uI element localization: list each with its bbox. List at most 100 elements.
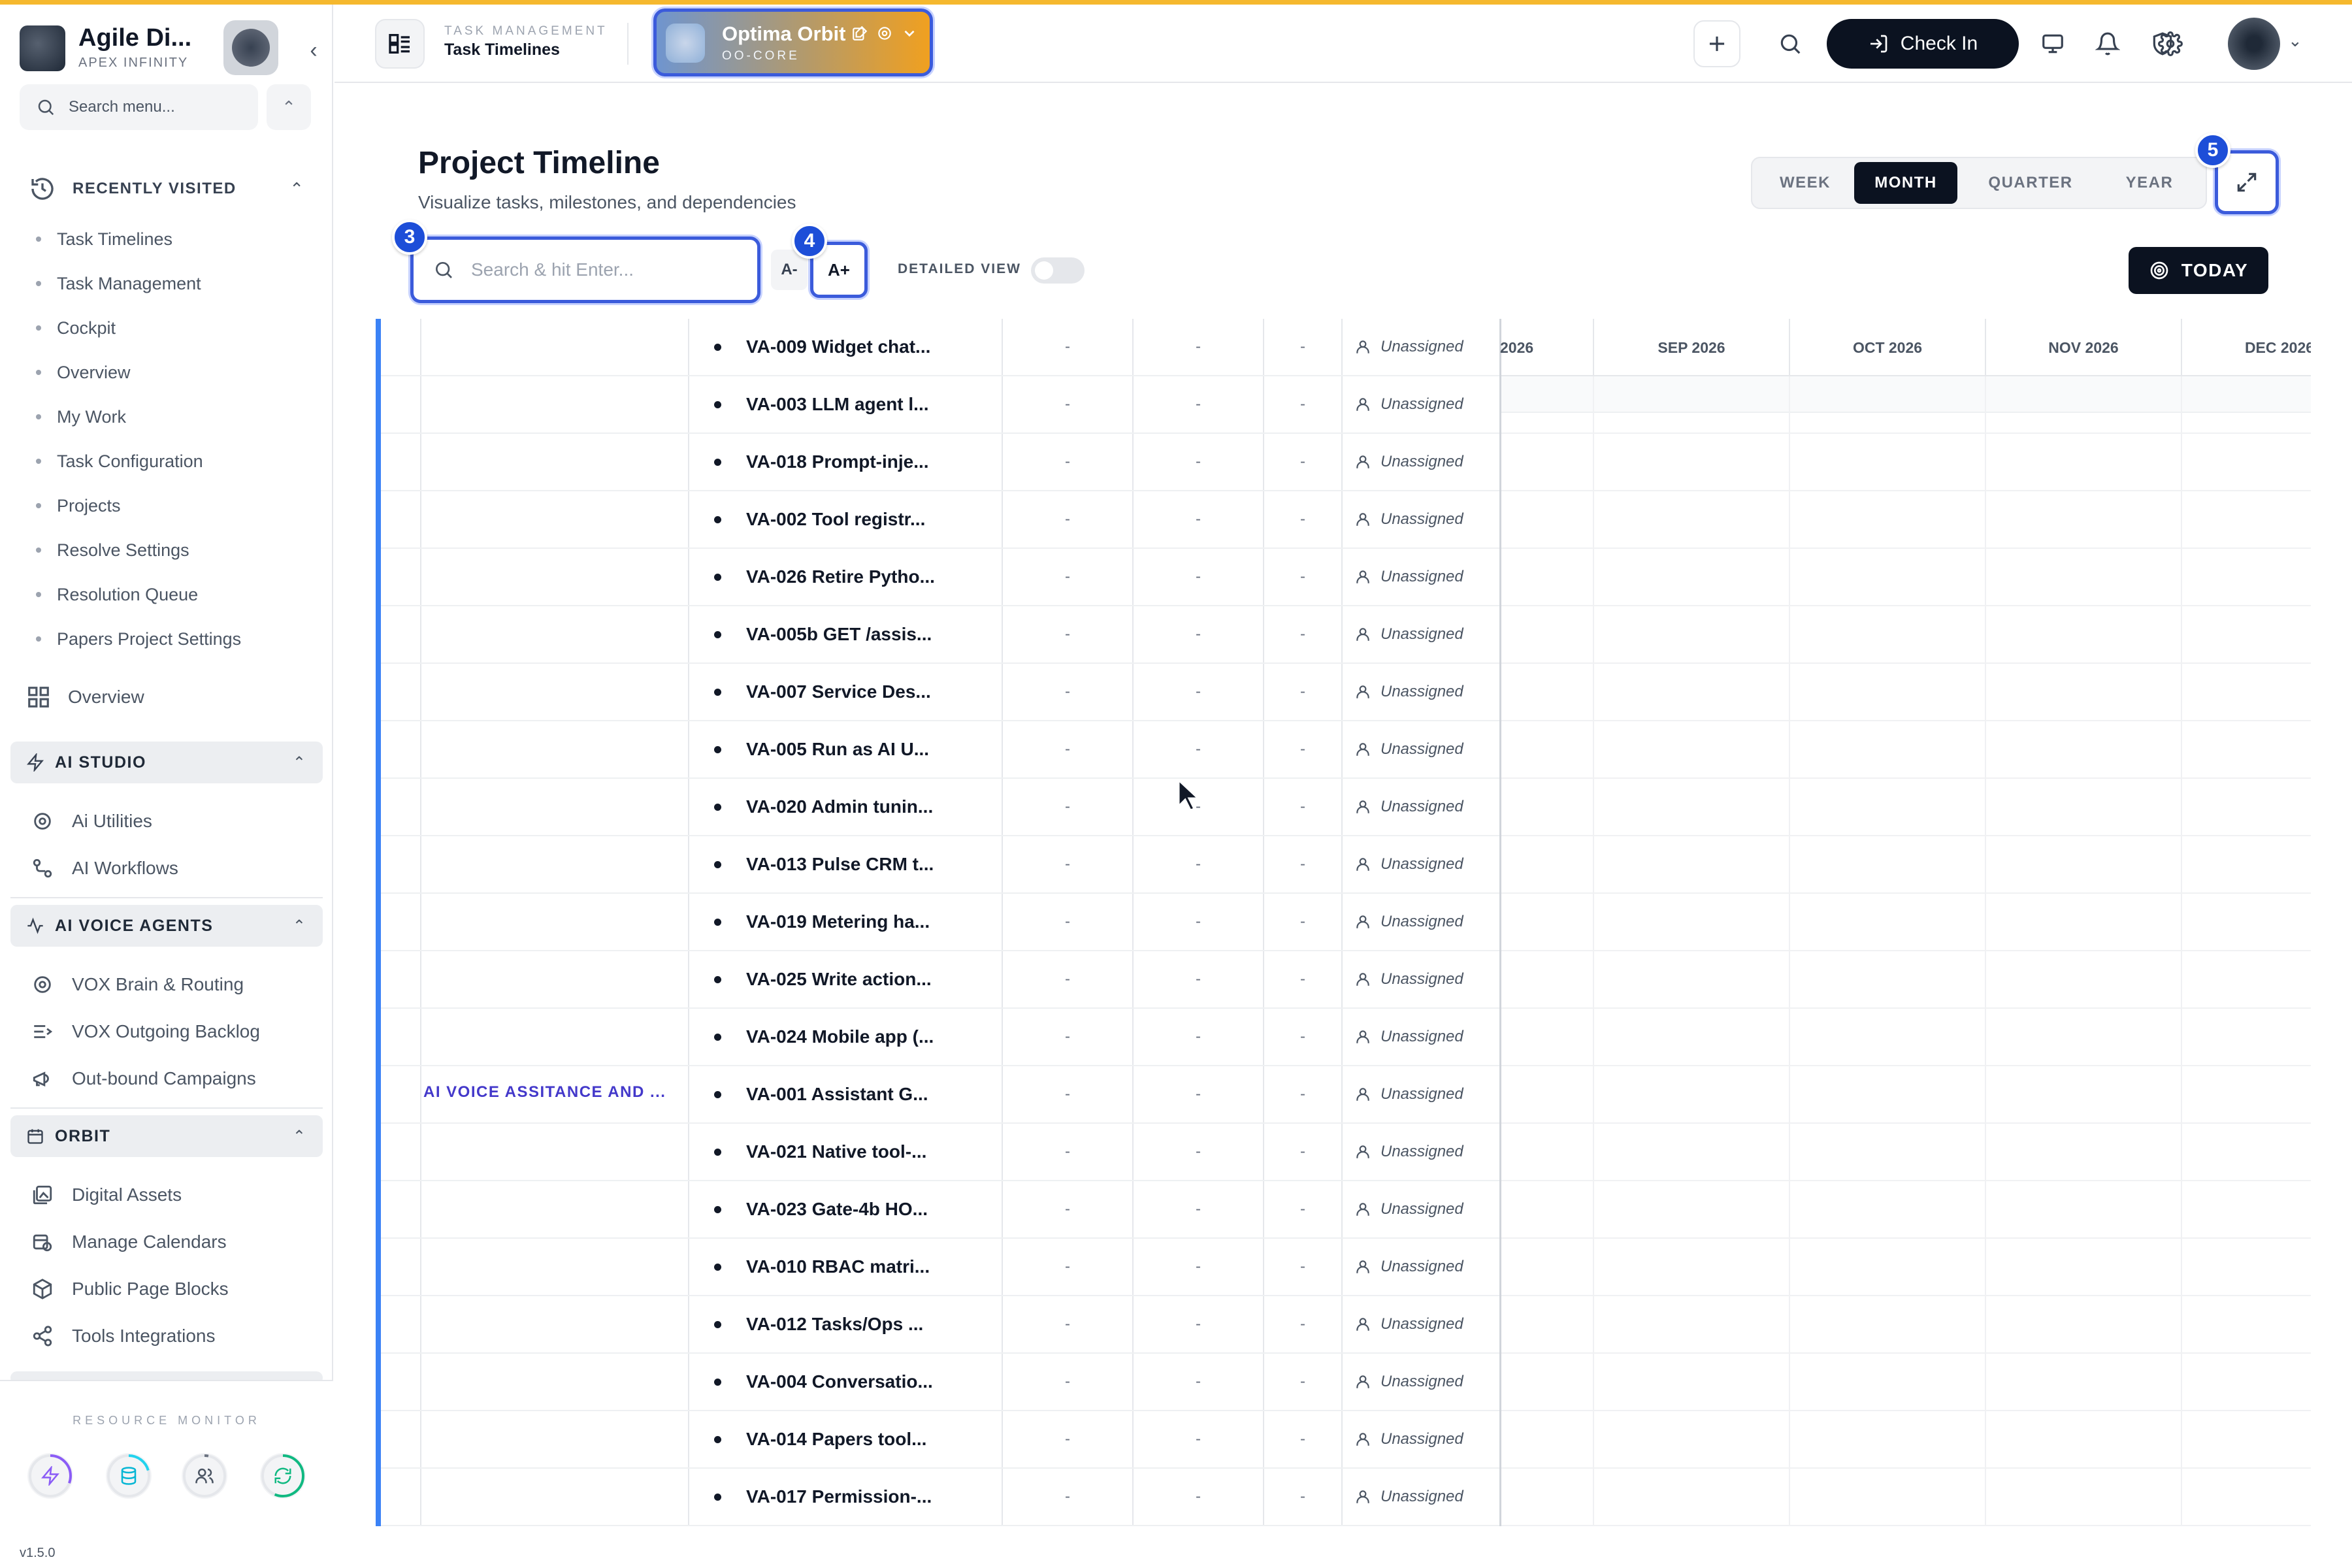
- edit-icon[interactable]: [851, 25, 868, 42]
- table-row[interactable]: VA-003 LLM agent l... - - - Unassigned: [381, 376, 1505, 434]
- duration-cell[interactable]: -: [1264, 894, 1341, 950]
- table-row[interactable]: VA-014 Papers tool... - - - Unassigned: [381, 1411, 1505, 1469]
- chevron-up-icon[interactable]: ⌃: [289, 179, 304, 199]
- recent-item[interactable]: Task Timelines: [36, 217, 310, 261]
- end-date-cell[interactable]: -: [1134, 1411, 1263, 1467]
- start-date-cell[interactable]: -: [1003, 894, 1132, 950]
- duration-cell[interactable]: -: [1264, 1124, 1341, 1180]
- users-gauge[interactable]: [182, 1453, 227, 1499]
- end-date-cell[interactable]: -: [1134, 491, 1263, 547]
- assignee-cell[interactable]: Unassigned: [1354, 721, 1505, 777]
- duration-cell[interactable]: -: [1264, 664, 1341, 720]
- assignee-cell[interactable]: Unassigned: [1354, 606, 1505, 662]
- end-date-cell[interactable]: -: [1134, 434, 1263, 490]
- end-date-cell[interactable]: -: [1134, 1066, 1263, 1122]
- duration-cell[interactable]: -: [1264, 606, 1341, 662]
- duration-cell[interactable]: -: [1264, 549, 1341, 605]
- duration-cell[interactable]: -: [1264, 1181, 1341, 1237]
- start-date-cell[interactable]: -: [1003, 951, 1132, 1007]
- assignee-cell[interactable]: Unassigned: [1354, 1066, 1505, 1122]
- task-name-cell[interactable]: VA-021 Native tool-...: [714, 1124, 1002, 1180]
- sidebar-item-public-page-blocks[interactable]: Public Page Blocks: [31, 1269, 319, 1309]
- today-button[interactable]: TODAY: [2129, 247, 2268, 294]
- duration-cell[interactable]: -: [1264, 721, 1341, 777]
- assignee-cell[interactable]: Unassigned: [1354, 434, 1505, 490]
- table-row[interactable]: VA-017 Permission-... - - - Unassigned: [381, 1469, 1505, 1526]
- end-date-cell[interactable]: -: [1134, 376, 1263, 433]
- table-row[interactable]: VA-023 Gate-4b HO... - - - Unassigned: [381, 1181, 1505, 1239]
- assignee-cell[interactable]: Unassigned: [1354, 1009, 1505, 1065]
- chevron-up-icon[interactable]: ⌃: [293, 917, 306, 936]
- task-name-cell[interactable]: VA-003 LLM agent l...: [714, 376, 1002, 433]
- assignee-cell[interactable]: Unassigned: [1354, 491, 1505, 547]
- assignee-cell[interactable]: Unassigned: [1354, 1354, 1505, 1410]
- task-name-cell[interactable]: VA-014 Papers tool...: [714, 1411, 1002, 1467]
- chevron-up-icon[interactable]: ⌃: [293, 753, 306, 772]
- duration-cell[interactable]: -: [1264, 1296, 1341, 1352]
- recent-item[interactable]: Resolve Settings: [36, 528, 310, 572]
- sidebar-item-digital-assets[interactable]: Digital Assets: [31, 1175, 319, 1215]
- menu-search-input[interactable]: Search menu...: [20, 84, 258, 130]
- add-button[interactable]: [1693, 20, 1740, 67]
- recent-item[interactable]: Task Management: [36, 261, 310, 306]
- detailed-view-toggle[interactable]: [1031, 257, 1085, 284]
- start-date-cell[interactable]: -: [1003, 606, 1132, 662]
- start-date-cell[interactable]: -: [1003, 1181, 1132, 1237]
- sidebar-item-vox-outgoing-backlog[interactable]: VOX Outgoing Backlog: [31, 1012, 319, 1051]
- module-menu-button[interactable]: [375, 19, 425, 69]
- end-date-cell[interactable]: -: [1134, 606, 1263, 662]
- duration-cell[interactable]: -: [1264, 376, 1341, 433]
- task-name-cell[interactable]: VA-001 Assistant G...: [714, 1066, 1002, 1122]
- collapse-sidebar-icon[interactable]: ‹: [301, 37, 327, 63]
- table-row[interactable]: VA-013 Pulse CRM t... - - - Unassigned: [381, 836, 1505, 894]
- tab-year[interactable]: YEAR: [2104, 162, 2195, 204]
- task-name-cell[interactable]: VA-005b GET /assis...: [714, 606, 1002, 662]
- start-date-cell[interactable]: -: [1003, 1009, 1132, 1065]
- assignee-cell[interactable]: Unassigned: [1354, 1469, 1505, 1525]
- duration-cell[interactable]: -: [1264, 779, 1341, 835]
- duration-cell[interactable]: -: [1264, 319, 1341, 375]
- task-name-cell[interactable]: VA-005 Run as AI U...: [714, 721, 1002, 777]
- duration-cell[interactable]: -: [1264, 1239, 1341, 1295]
- storage-gauge[interactable]: [106, 1453, 152, 1499]
- sidebar-item-ai-workflows[interactable]: AI Workflows: [31, 849, 319, 888]
- start-date-cell[interactable]: -: [1003, 779, 1132, 835]
- start-date-cell[interactable]: -: [1003, 376, 1132, 433]
- section-orbit[interactable]: ORBIT ⌃: [10, 1115, 323, 1157]
- start-date-cell[interactable]: -: [1003, 1124, 1132, 1180]
- table-row[interactable]: VA-012 Tasks/Ops ... - - - Unassigned: [381, 1296, 1505, 1354]
- assignee-cell[interactable]: Unassigned: [1354, 664, 1505, 720]
- recent-item[interactable]: Projects: [36, 483, 310, 528]
- start-date-cell[interactable]: -: [1003, 1469, 1132, 1525]
- table-row[interactable]: VA-019 Metering ha... - - - Unassigned: [381, 894, 1505, 951]
- timeline-search-input[interactable]: [471, 259, 732, 280]
- end-date-cell[interactable]: -: [1134, 894, 1263, 950]
- sidebar-item-overview[interactable]: Overview: [26, 678, 314, 717]
- table-row[interactable]: VA-007 Service Des... - - - Unassigned: [381, 664, 1505, 721]
- chevron-down-icon[interactable]: [901, 25, 918, 42]
- task-name-cell[interactable]: VA-020 Admin tunin...: [714, 779, 1002, 835]
- task-name-cell[interactable]: VA-018 Prompt-inje...: [714, 434, 1002, 490]
- end-date-cell[interactable]: -: [1134, 1181, 1263, 1237]
- end-date-cell[interactable]: -: [1134, 1239, 1263, 1295]
- settings-button[interactable]: [2147, 20, 2194, 67]
- task-name-cell[interactable]: VA-024 Mobile app (...: [714, 1009, 1002, 1065]
- table-row[interactable]: VA-020 Admin tunin... - - - Unassigned: [381, 779, 1505, 836]
- table-row[interactable]: VA-025 Write action... - - - Unassigned: [381, 951, 1505, 1009]
- assignee-cell[interactable]: Unassigned: [1354, 1239, 1505, 1295]
- recent-item[interactable]: Overview: [36, 350, 310, 395]
- duration-cell[interactable]: -: [1264, 434, 1341, 490]
- assignee-cell[interactable]: Unassigned: [1354, 319, 1505, 375]
- task-name-cell[interactable]: VA-017 Permission-...: [714, 1469, 1002, 1525]
- task-name-cell[interactable]: VA-004 Conversatio...: [714, 1354, 1002, 1410]
- recent-item[interactable]: My Work: [36, 395, 310, 439]
- start-date-cell[interactable]: -: [1003, 549, 1132, 605]
- recent-item[interactable]: Task Configuration: [36, 439, 310, 483]
- workspace-switcher[interactable]: Optima Orbit OO-CORE: [653, 8, 933, 76]
- table-row[interactable]: VA-018 Prompt-inje... - - - Unassigned: [381, 434, 1505, 491]
- start-date-cell[interactable]: -: [1003, 836, 1132, 892]
- start-date-cell[interactable]: -: [1003, 664, 1132, 720]
- assignee-cell[interactable]: Unassigned: [1354, 376, 1505, 433]
- task-name-cell[interactable]: VA-026 Retire Pytho...: [714, 549, 1002, 605]
- check-in-button[interactable]: Check In: [1827, 19, 2019, 69]
